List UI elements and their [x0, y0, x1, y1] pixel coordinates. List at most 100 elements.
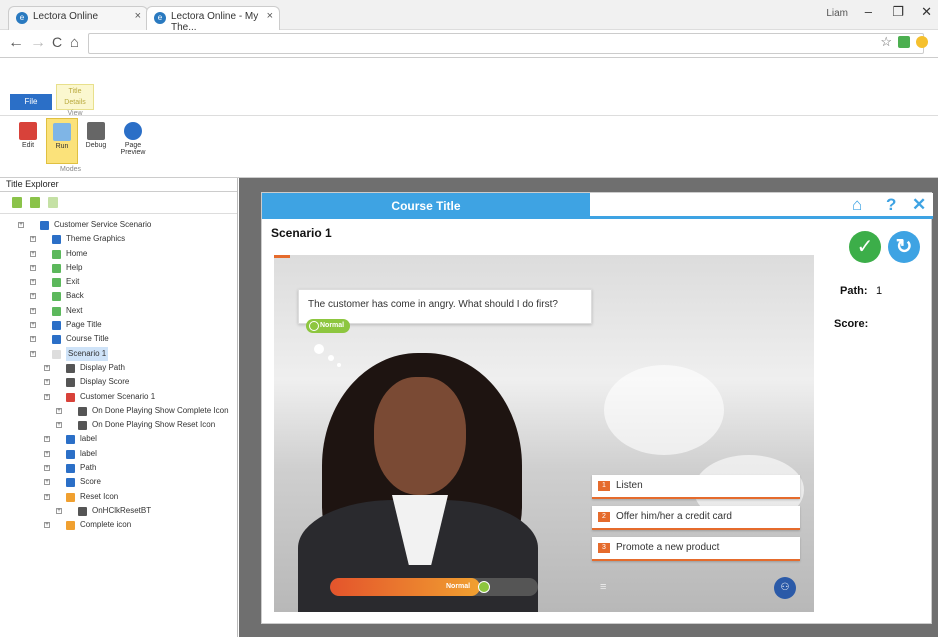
- tree-item-label: Home: [66, 248, 88, 258]
- tree-item[interactable]: + Complete icon: [0, 518, 237, 532]
- tree-item[interactable]: + Scenario 1: [0, 346, 237, 361]
- scenario-corner-icon[interactable]: ⚇: [774, 577, 796, 599]
- tree-expand-icon[interactable]: +: [44, 479, 50, 486]
- tab-view[interactable]: Title Details View: [56, 84, 94, 117]
- tree-item[interactable]: + label: [0, 447, 237, 461]
- tree-expand-icon[interactable]: +: [44, 436, 50, 443]
- tree-item-label: On Done Playing Show Reset Icon: [92, 420, 216, 430]
- tree-expand-icon[interactable]: +: [30, 322, 36, 329]
- reset-icon[interactable]: ↻: [888, 231, 920, 263]
- tree-expand-icon[interactable]: +: [44, 393, 50, 400]
- choice-label: Promote a new product: [616, 542, 720, 553]
- tab-close-icon[interactable]: ×: [267, 10, 273, 22]
- tree-expand-icon[interactable]: +: [30, 293, 36, 300]
- tree-expand-icon[interactable]: +: [44, 379, 50, 386]
- debug-button[interactable]: Debug: [80, 118, 112, 164]
- page-preview-button[interactable]: Page Preview: [116, 118, 150, 164]
- tree-expand-icon[interactable]: +: [30, 336, 36, 343]
- explorer-tool-icon[interactable]: [12, 197, 22, 208]
- extension-icon[interactable]: [898, 36, 910, 48]
- debug-button-label: Debug: [85, 142, 107, 149]
- choice-label: Listen: [616, 480, 643, 491]
- tree-item[interactable]: + Page Title: [0, 318, 237, 332]
- tree-item[interactable]: + Customer Service Scenario: [0, 218, 237, 232]
- tree-item[interactable]: + Display Score: [0, 375, 237, 389]
- tree-item[interactable]: + On Done Playing Show Complete Icon: [0, 404, 237, 418]
- tree-item[interactable]: + Reset Icon: [0, 490, 237, 504]
- tree-expand-icon[interactable]: +: [44, 465, 50, 472]
- tree-expand-icon[interactable]: +: [30, 307, 36, 314]
- tree-expand-icon[interactable]: +: [56, 507, 62, 514]
- choice-promote-product[interactable]: 3 Promote a new product: [592, 537, 800, 561]
- tab-close-icon[interactable]: ×: [135, 10, 141, 22]
- tree-item[interactable]: + Course Title: [0, 332, 237, 346]
- tree-item[interactable]: + Path: [0, 461, 237, 475]
- browser-tab-2[interactable]: e Lectora Online - My The... ×: [146, 6, 280, 33]
- tree-item[interactable]: + label: [0, 432, 237, 446]
- tree-item-label: On Done Playing Show Complete Icon: [92, 405, 229, 415]
- text-icon: [66, 449, 75, 459]
- tree-item[interactable]: + Exit: [0, 275, 237, 289]
- action-icon: [78, 506, 87, 516]
- tree-expand-icon[interactable]: +: [30, 250, 36, 257]
- reload-icon[interactable]: C: [52, 34, 62, 50]
- tree-item[interactable]: + Home: [0, 247, 237, 261]
- tree-expand-icon[interactable]: +: [44, 450, 50, 457]
- tree-item[interactable]: + OnHClkResetBT: [0, 504, 237, 518]
- run-button[interactable]: Run: [46, 118, 78, 164]
- tree-expand-icon[interactable]: +: [56, 407, 62, 414]
- tree-expand-icon[interactable]: +: [30, 279, 36, 286]
- tree-item[interactable]: + Back: [0, 289, 237, 303]
- choice-listen[interactable]: 1 Listen: [592, 475, 800, 499]
- debug-icon: [87, 122, 105, 140]
- help-icon[interactable]: ?: [886, 195, 896, 215]
- bookmark-star-icon[interactable]: ☆: [880, 34, 892, 50]
- complete-check-icon[interactable]: ✓: [849, 231, 881, 263]
- maximize-icon[interactable]: ❐: [892, 4, 904, 20]
- tree-expand-icon[interactable]: +: [44, 522, 50, 529]
- browser-address-bar: ← → C ⌂ ☆: [0, 30, 938, 58]
- forward-icon[interactable]: →: [30, 34, 46, 52]
- tree-expand-icon[interactable]: +: [30, 264, 36, 271]
- tree-expand-icon[interactable]: +: [56, 422, 62, 429]
- window-close-icon[interactable]: ✕: [921, 4, 932, 20]
- tree-item-label: OnHClkResetBT: [92, 505, 152, 515]
- text-icon: [66, 464, 75, 474]
- scenario-icon: [66, 392, 75, 402]
- tree-item[interactable]: + Display Path: [0, 361, 237, 375]
- profile-icon[interactable]: [916, 36, 928, 48]
- browser-tab-1[interactable]: e Lectora Online ×: [8, 6, 148, 30]
- close-icon[interactable]: ✕: [912, 195, 926, 215]
- title-icon: [40, 221, 49, 230]
- tree-expand-icon[interactable]: +: [30, 236, 36, 243]
- url-input[interactable]: [88, 33, 924, 54]
- explorer-toolbar: [0, 192, 237, 214]
- back-icon[interactable]: ←: [8, 34, 24, 52]
- tree-expand-icon[interactable]: +: [44, 493, 50, 500]
- edit-button[interactable]: Edit: [12, 118, 44, 164]
- tree-expand-icon[interactable]: +: [30, 350, 36, 357]
- path-value: 1: [876, 285, 883, 297]
- title-explorer-heading: Title Explorer: [0, 178, 237, 192]
- tree-item[interactable]: + Customer Scenario 1: [0, 390, 237, 404]
- explorer-tool-icon[interactable]: [48, 197, 58, 208]
- explorer-tool-icon[interactable]: [30, 197, 40, 208]
- home-icon[interactable]: ⌂: [70, 34, 79, 51]
- tree-item[interactable]: + Next: [0, 304, 237, 318]
- tree-expand-icon[interactable]: +: [44, 364, 50, 371]
- tree-item-label: Reset Icon: [80, 491, 119, 501]
- tab-file[interactable]: File: [10, 94, 52, 110]
- tree-expand-icon[interactable]: +: [18, 222, 24, 228]
- browser-user-name[interactable]: Liam: [826, 8, 848, 19]
- tree-item-label: label: [80, 434, 97, 444]
- tree-item[interactable]: + Help: [0, 261, 237, 275]
- tree-item[interactable]: + Score: [0, 475, 237, 489]
- tree-item-label: Help: [66, 262, 83, 272]
- choice-offer-credit-card[interactable]: 2 Offer him/her a credit card: [592, 506, 800, 530]
- minimize-icon[interactable]: –: [865, 4, 872, 19]
- tree-item[interactable]: + On Done Playing Show Reset Icon: [0, 418, 237, 432]
- tree-item[interactable]: + Theme Graphics: [0, 232, 237, 246]
- menu-icon[interactable]: ≡: [600, 581, 606, 593]
- home-icon[interactable]: ⌂: [852, 195, 862, 215]
- run-button-label: Run: [55, 143, 69, 150]
